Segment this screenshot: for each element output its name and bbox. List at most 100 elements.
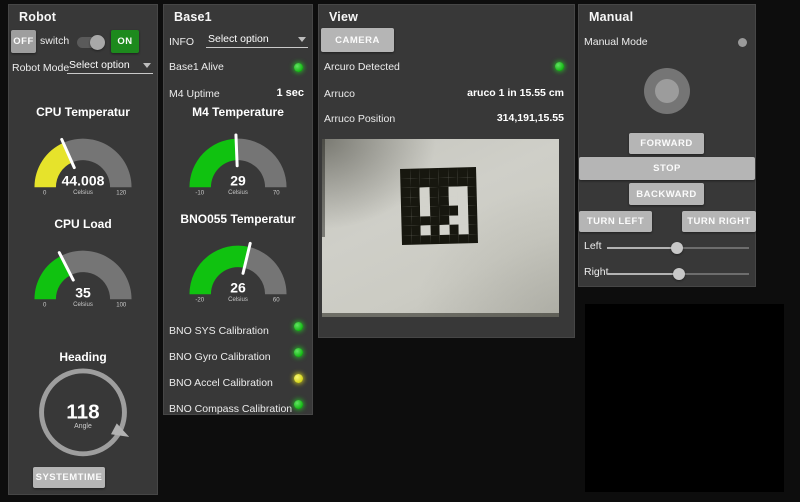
marker-cell — [420, 187, 430, 197]
marker-cell — [411, 216, 421, 226]
backward-button[interactable]: BACKWARD — [629, 183, 704, 205]
slider-knob[interactable] — [671, 242, 683, 254]
marker-cell — [430, 225, 440, 235]
svg-text:0: 0 — [43, 303, 47, 309]
svg-text:-10: -10 — [195, 191, 204, 197]
marker-cell — [429, 197, 439, 207]
svg-text:118: 118 — [66, 400, 99, 423]
marker-cell — [467, 196, 477, 206]
marker-cell — [449, 234, 459, 244]
bno-accel-calibration-label: BNO Accel Calibration — [169, 377, 273, 389]
marker-cell — [439, 187, 449, 197]
svg-text:120: 120 — [116, 191, 127, 197]
robot-mode-select[interactable]: Select option — [67, 58, 153, 74]
bno-compass-calibration-label: BNO Compass Calibration — [169, 403, 292, 415]
left-slider-label: Left — [584, 240, 602, 252]
marker-cell — [448, 177, 458, 187]
marker-cell — [419, 168, 429, 178]
marker-cell — [420, 206, 430, 216]
gauge-svg: 29Celsius-1070 — [168, 120, 308, 197]
systemtime-button[interactable]: SYSTEMTIME — [33, 467, 105, 488]
manual-mode-led — [738, 38, 747, 47]
photo-edge — [322, 313, 559, 317]
marker-cell — [400, 169, 410, 179]
marker-cell — [448, 196, 458, 206]
gauge-arc: 26Celsius-2060 — [164, 227, 312, 304]
gauge-arc: 29Celsius-1070 — [164, 120, 312, 197]
turn-left-button[interactable]: TURN LEFT — [579, 211, 652, 232]
marker-cell — [467, 177, 477, 187]
calibration-row: BNO Compass Calibration — [169, 399, 307, 412]
aruco-marker — [400, 167, 478, 245]
manual-mode-label: Manual Mode — [584, 36, 648, 48]
marker-cell — [448, 187, 458, 197]
m4-uptime-label: M4 Uptime — [169, 88, 220, 100]
marker-cell — [429, 168, 439, 178]
calibration-row: BNO Accel Calibration — [169, 373, 307, 386]
marker-cell — [458, 215, 468, 225]
cpu-temperature-gauge: CPU Temperatur 44.008Celsius0120 — [9, 105, 157, 197]
gauge-title: M4 Temperature — [164, 105, 312, 119]
bno-compass-calibration-led — [294, 400, 303, 409]
robot-panel-title: Robot — [19, 10, 56, 24]
marker-cell — [411, 225, 421, 235]
base1-panel: Base1 INFO Select option Base1 Alive M4 … — [163, 4, 313, 415]
marker-cell — [457, 177, 467, 187]
photo-shadow — [322, 139, 325, 237]
info-value: Select option — [208, 33, 269, 45]
on-button[interactable]: ON — [111, 30, 139, 53]
marker-cell — [458, 224, 468, 234]
switch-label: switch — [40, 35, 69, 47]
info-select[interactable]: Select option — [206, 32, 308, 48]
svg-text:100: 100 — [116, 303, 127, 309]
marker-cell — [402, 235, 412, 245]
gauge-arc: 35Celsius0100 — [9, 232, 157, 309]
marker-cell — [448, 168, 458, 178]
chevron-down-icon — [143, 63, 151, 68]
gauge-svg: 35Celsius0100 — [13, 232, 153, 309]
marker-cell — [468, 224, 478, 234]
marker-cell — [430, 234, 440, 244]
toggle-knob — [90, 35, 105, 50]
manual-panel: Manual Manual Mode FORWARD STOP BACKWARD… — [578, 4, 756, 287]
marker-cell — [429, 178, 439, 188]
marker-cell — [459, 234, 469, 244]
marker-cell — [400, 178, 410, 188]
marker-cell — [430, 215, 440, 225]
forward-button[interactable]: FORWARD — [629, 133, 704, 154]
slider-knob[interactable] — [673, 268, 685, 280]
slider-fill — [607, 247, 677, 249]
off-button[interactable]: OFF — [11, 30, 36, 53]
camera-button[interactable]: CAMERA — [321, 28, 394, 52]
joystick[interactable] — [644, 68, 690, 114]
turn-right-button[interactable]: TURN RIGHT — [682, 211, 756, 232]
marker-cell — [401, 216, 411, 226]
right-slider[interactable] — [607, 268, 749, 280]
camera-image — [322, 139, 559, 317]
base1-alive-label: Base1 Alive — [169, 61, 224, 73]
svg-text:Celsius: Celsius — [73, 190, 93, 196]
aruco-position-label: Arruco Position — [324, 113, 395, 125]
marker-cell — [457, 167, 467, 177]
gauge-title: CPU Temperatur — [9, 105, 157, 119]
marker-cell — [401, 197, 411, 207]
marker-cell — [449, 215, 459, 225]
robot-mode-label: Robot Mode — [12, 62, 69, 74]
svg-text:Celsius: Celsius — [228, 297, 248, 303]
joystick-knob[interactable] — [655, 79, 679, 103]
marker-cell — [430, 206, 440, 216]
marker-cell — [439, 206, 449, 216]
aruco-detected-label: Arcuro Detected — [324, 61, 400, 73]
cpu-load-gauge: CPU Load 35Celsius0100 — [9, 217, 157, 309]
stop-button[interactable]: STOP — [579, 157, 755, 180]
aruco-value: aruco 1 in 15.55 cm — [467, 87, 564, 99]
switch-toggle[interactable] — [77, 34, 107, 50]
svg-text:70: 70 — [273, 191, 280, 197]
chevron-down-icon — [298, 37, 306, 42]
marker-cell — [429, 187, 439, 197]
marker-cell — [410, 169, 420, 179]
marker-cell — [467, 186, 477, 196]
marker-cell — [440, 234, 450, 244]
left-slider[interactable] — [607, 242, 749, 254]
calibration-row: BNO SYS Calibration — [169, 321, 307, 334]
